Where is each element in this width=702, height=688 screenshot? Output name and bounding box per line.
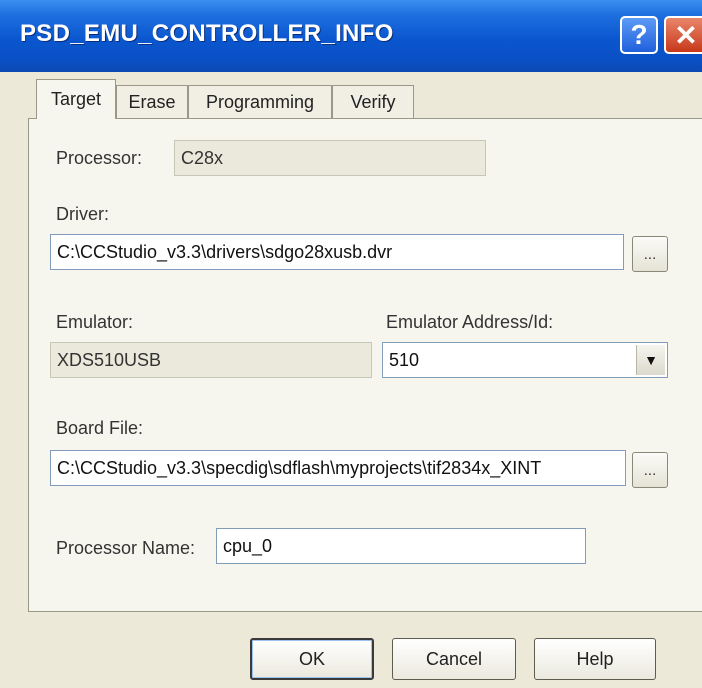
help-button-label: Help xyxy=(576,648,614,669)
processor-field: C28x xyxy=(174,140,486,176)
help-button[interactable]: Help xyxy=(534,638,656,680)
tab-erase-label: Erase xyxy=(128,92,176,112)
board-file-label: Board File: xyxy=(56,418,144,438)
board-file-value: C:\CCStudio_v3.3\specdig\sdflash\myproje… xyxy=(57,457,542,478)
cancel-button[interactable]: Cancel xyxy=(392,638,516,680)
emulator-address-label: Emulator Address/Id: xyxy=(386,312,554,332)
driver-value: C:\CCStudio_v3.3\drivers\sdgo28xusb.dvr xyxy=(57,241,393,262)
processor-label: Processor: xyxy=(56,148,143,168)
emulator-field: XDS510USB xyxy=(50,342,372,378)
board-file-input[interactable]: C:\CCStudio_v3.3\specdig\sdflash\myproje… xyxy=(50,450,626,486)
processor-name-input[interactable]: cpu_0 xyxy=(216,528,586,564)
tab-programming-label: Programming xyxy=(205,92,315,112)
window-title: PSD_EMU_CONTROLLER_INFO xyxy=(20,20,394,47)
cancel-button-label: Cancel xyxy=(425,648,483,669)
tab-erase[interactable]: Erase xyxy=(116,85,188,119)
ellipsis-icon: ... xyxy=(643,461,657,479)
title-bar[interactable]: PSD_EMU_CONTROLLER_INFO ? ✕ xyxy=(0,0,702,72)
close-icon: ✕ xyxy=(674,19,698,51)
emulator-value: XDS510USB xyxy=(57,349,162,370)
ok-button[interactable]: OK xyxy=(250,638,374,680)
processor-value: C28x xyxy=(181,147,224,168)
tab-target[interactable]: Target xyxy=(36,79,116,119)
question-icon: ? xyxy=(630,19,648,50)
ellipsis-icon: ... xyxy=(643,245,657,263)
emulator-label: Emulator: xyxy=(56,312,134,332)
help-title-button[interactable]: ? xyxy=(620,16,658,54)
tab-target-label: Target xyxy=(50,89,102,109)
driver-input[interactable]: C:\CCStudio_v3.3\drivers\sdgo28xusb.dvr xyxy=(50,234,624,270)
tab-programming[interactable]: Programming xyxy=(188,85,332,119)
chevron-down-icon: ▼ xyxy=(644,352,658,368)
tab-verify[interactable]: Verify xyxy=(332,85,414,119)
ok-button-label: OK xyxy=(298,648,325,669)
emulator-address-select[interactable]: 510 ▼ xyxy=(382,342,668,378)
emulator-address-value: 510 xyxy=(389,349,420,370)
processor-name-value: cpu_0 xyxy=(223,535,273,556)
dialog-window: PSD_EMU_CONTROLLER_INFO ? ✕ Target Erase… xyxy=(0,0,702,688)
tab-verify-label: Verify xyxy=(350,92,396,112)
processor-name-label: Processor Name: xyxy=(56,538,196,558)
driver-label: Driver: xyxy=(56,204,109,224)
driver-browse-button[interactable]: ... xyxy=(632,236,668,272)
close-button[interactable]: ✕ xyxy=(664,16,702,54)
dropdown-button[interactable]: ▼ xyxy=(636,345,665,375)
board-file-browse-button[interactable]: ... xyxy=(632,452,668,488)
